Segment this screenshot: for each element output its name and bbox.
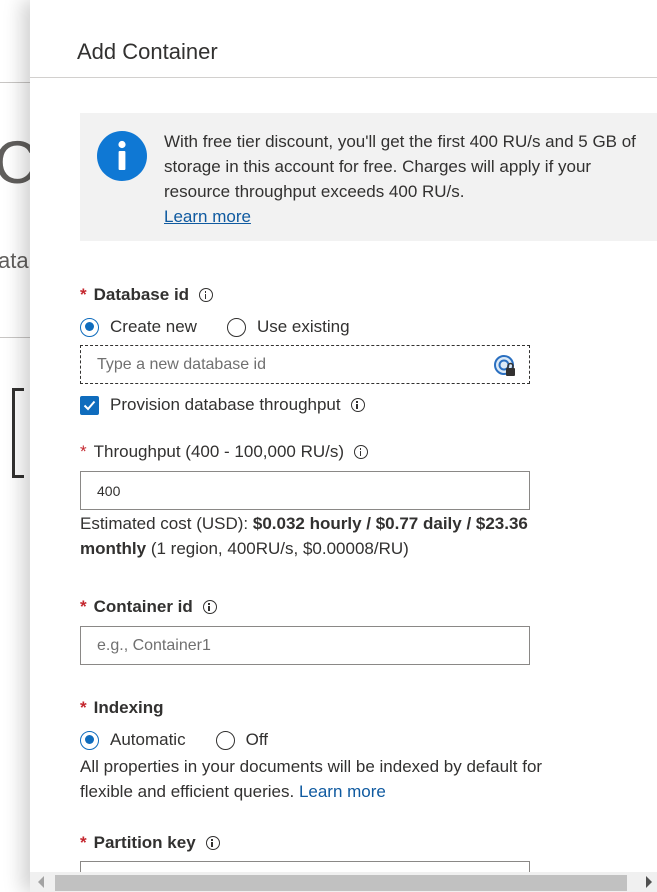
partition-key-label: * Partition key — [80, 833, 220, 853]
scroll-right-arrow-icon[interactable] — [646, 876, 652, 888]
provision-throughput-checkbox-row[interactable]: Provision database throughput — [80, 395, 365, 415]
container-id-label: * Container id — [80, 597, 217, 617]
radio-automatic-circle[interactable] — [80, 730, 99, 750]
radio-off-circle[interactable] — [215, 730, 235, 750]
radio-indexing-off[interactable]: Off — [215, 730, 268, 750]
partition-key-info-icon[interactable] — [205, 836, 220, 850]
throughput-input[interactable]: 400 — [80, 471, 530, 510]
indexing-learn-more-link[interactable]: Learn more — [299, 782, 386, 801]
provision-throughput-info-icon[interactable] — [350, 398, 365, 412]
info-message: With free tier discount, you'll get the … — [164, 132, 636, 201]
throughput-info-icon[interactable] — [354, 445, 369, 459]
panel-title: Add Container — [77, 39, 218, 64]
database-id-label: * Database id — [80, 285, 214, 305]
provision-throughput-checkbox[interactable] — [80, 395, 99, 415]
learn-more-link[interactable]: Learn more — [164, 207, 251, 226]
scrollbar-thumb[interactable] — [55, 875, 627, 891]
radio-indexing-automatic[interactable]: Automatic — [80, 730, 186, 750]
password-manager-icon[interactable] — [493, 354, 517, 378]
database-id-info-icon[interactable] — [199, 288, 214, 302]
free-tier-info-banner: With free tier discount, you'll get the … — [80, 113, 657, 241]
database-id-input[interactable]: Type a new database id — [80, 345, 530, 384]
info-icon — [97, 131, 147, 181]
background-bracket — [12, 388, 24, 478]
radio-create-new[interactable]: Create new — [80, 317, 197, 337]
indexing-radio-group: Automatic Off — [80, 730, 298, 750]
database-mode-radio-group: Create new Use existing — [80, 317, 380, 337]
horizontal-scrollbar[interactable] — [30, 872, 657, 892]
radio-use-existing[interactable]: Use existing — [226, 317, 350, 337]
provision-throughput-label: Provision database throughput — [110, 395, 341, 414]
info-text: With free tier discount, you'll get the … — [164, 129, 654, 229]
scroll-left-arrow-icon[interactable] — [38, 876, 44, 888]
indexing-label: * Indexing — [80, 698, 164, 717]
radio-use-existing-circle[interactable] — [226, 317, 246, 337]
add-container-panel: Add Container With free tier discount, y… — [30, 0, 657, 892]
container-id-input[interactable]: e.g., Container1 — [80, 626, 530, 665]
indexing-description: All properties in your documents will be… — [80, 757, 543, 801]
panel-header: Add Container — [30, 0, 657, 78]
throughput-label: * Throughput (400 - 100,000 RU/s) — [80, 442, 369, 462]
estimated-cost-text: Estimated cost (USD): $0.032 hourly / $0… — [80, 514, 528, 558]
container-id-info-icon[interactable] — [202, 600, 217, 614]
radio-create-new-circle[interactable] — [80, 317, 99, 337]
background-subtext: ata — [0, 248, 29, 273]
